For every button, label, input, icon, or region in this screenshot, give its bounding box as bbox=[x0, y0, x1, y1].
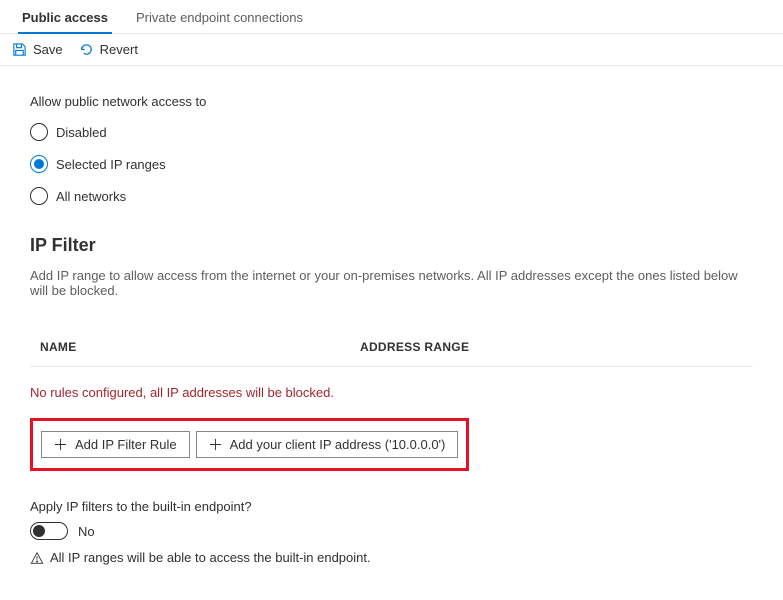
apply-ip-filters-label: Apply IP filters to the built-in endpoin… bbox=[30, 499, 753, 514]
no-rules-warning: No rules configured, all IP addresses wi… bbox=[30, 385, 753, 400]
highlight-box: Add IP Filter Rule Add your client IP ad… bbox=[30, 418, 469, 471]
apply-toggle-row: No bbox=[30, 522, 753, 540]
column-address-range: ADDRESS RANGE bbox=[360, 340, 469, 354]
plus-icon bbox=[209, 438, 222, 451]
column-name: NAME bbox=[40, 340, 360, 354]
content-area: Allow public network access to Disabled … bbox=[0, 66, 783, 595]
tab-private-endpoint-connections[interactable]: Private endpoint connections bbox=[122, 0, 317, 33]
ip-filter-heading: IP Filter bbox=[30, 235, 753, 256]
plus-icon bbox=[54, 438, 67, 451]
save-icon bbox=[12, 42, 27, 57]
add-client-ip-label: Add your client IP address ('10.0.0.0') bbox=[230, 437, 446, 452]
add-ip-filter-rule-label: Add IP Filter Rule bbox=[75, 437, 177, 452]
radio-selected-ip-ranges[interactable]: Selected IP ranges bbox=[30, 155, 753, 173]
toggle-value-label: No bbox=[78, 524, 95, 539]
access-section-label: Allow public network access to bbox=[30, 94, 753, 109]
radio-icon bbox=[30, 155, 48, 173]
add-ip-filter-rule-button[interactable]: Add IP Filter Rule bbox=[41, 431, 190, 458]
radio-icon bbox=[30, 123, 48, 141]
save-button[interactable]: Save bbox=[12, 42, 63, 57]
ip-filter-table-header: NAME ADDRESS RANGE bbox=[30, 328, 753, 367]
warning-icon bbox=[30, 551, 44, 565]
toolbar: Save Revert bbox=[0, 34, 783, 66]
radio-disabled[interactable]: Disabled bbox=[30, 123, 753, 141]
apply-toggle[interactable] bbox=[30, 522, 68, 540]
radio-label: Disabled bbox=[56, 125, 107, 140]
save-label: Save bbox=[33, 42, 63, 57]
toggle-knob bbox=[33, 525, 45, 537]
tab-public-access[interactable]: Public access bbox=[8, 0, 122, 33]
builtin-endpoint-info-text: All IP ranges will be able to access the… bbox=[50, 550, 371, 565]
builtin-endpoint-info: All IP ranges will be able to access the… bbox=[30, 550, 753, 565]
revert-icon bbox=[79, 42, 94, 57]
ip-filter-description: Add IP range to allow access from the in… bbox=[30, 268, 753, 298]
radio-label: All networks bbox=[56, 189, 126, 204]
revert-label: Revert bbox=[100, 42, 138, 57]
tabs-bar: Public access Private endpoint connectio… bbox=[0, 0, 783, 34]
access-radio-group: Disabled Selected IP ranges All networks bbox=[30, 123, 753, 205]
radio-label: Selected IP ranges bbox=[56, 157, 166, 172]
add-client-ip-button[interactable]: Add your client IP address ('10.0.0.0') bbox=[196, 431, 459, 458]
radio-icon bbox=[30, 187, 48, 205]
revert-button[interactable]: Revert bbox=[79, 42, 138, 57]
radio-all-networks[interactable]: All networks bbox=[30, 187, 753, 205]
